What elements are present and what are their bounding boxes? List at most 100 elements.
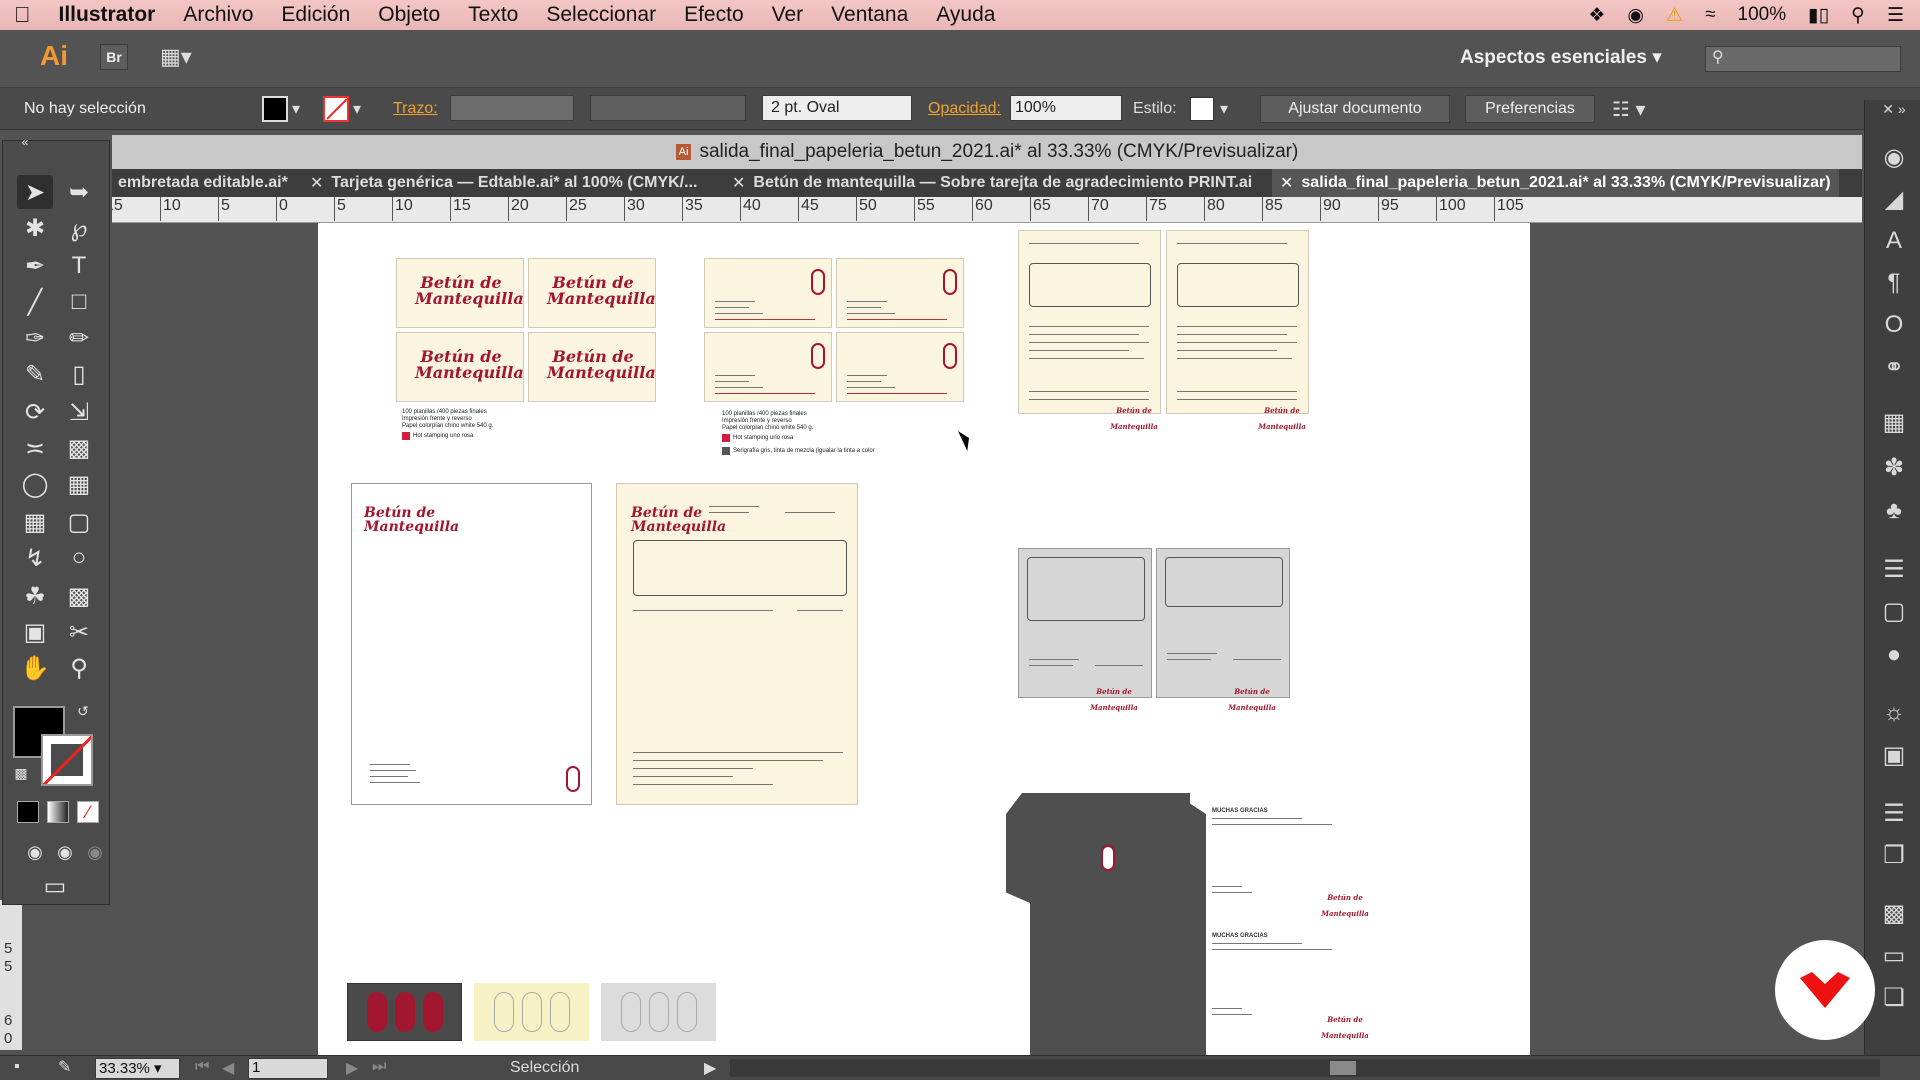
adjust-document-button[interactable]: Ajustar documento xyxy=(1260,95,1450,123)
collapse-panel-icon[interactable]: « xyxy=(7,135,43,149)
business-card-front[interactable]: Betún de Mantequilla xyxy=(528,258,656,328)
stroke-dropdown-icon[interactable]: ▾ xyxy=(353,99,361,119)
hand-tool-icon[interactable]: ✋ xyxy=(17,651,53,685)
lasso-tool-icon[interactable]: ℘ xyxy=(61,211,97,245)
spotlight-search-icon[interactable]: ⚲ xyxy=(1851,4,1865,27)
help-search-input[interactable]: ⚲ xyxy=(1705,46,1901,72)
align-options-icon[interactable]: ☷ ▾ xyxy=(1612,95,1646,123)
color-panel-icon[interactable]: ◉ xyxy=(1877,140,1911,174)
arrange-documents-icon[interactable]: ▦▾ xyxy=(160,44,192,70)
brush-definition[interactable]: 2 pt. Oval xyxy=(762,95,912,121)
symbol-sprayer-tool-icon[interactable]: ☘ xyxy=(17,579,53,613)
tab-betun-sobre[interactable]: ✕ Betún de mantequilla — Sobre tarejta de… xyxy=(724,169,1260,197)
stroke-panel-icon[interactable]: ☰ xyxy=(1877,552,1911,586)
free-transform-tool-icon[interactable]: ▩ xyxy=(61,431,97,465)
rotate-tool-icon[interactable]: ⟳ xyxy=(17,395,53,429)
transparency-panel-icon[interactable]: ● xyxy=(1877,638,1911,672)
menu-app-name[interactable]: Illustrator xyxy=(45,3,170,27)
column-graph-tool-icon[interactable]: ▩ xyxy=(61,579,97,613)
zoom-field[interactable]: 33.33% ▾ xyxy=(95,1058,180,1079)
order-form-1[interactable]: Betún de Mantequilla xyxy=(1018,230,1161,431)
record-icon[interactable]: ◉ xyxy=(1627,4,1644,27)
status-menu-icon[interactable]: ▶ xyxy=(704,1058,716,1078)
line-tool-icon[interactable]: ╱ xyxy=(17,285,53,319)
prev-artboard-icon[interactable]: ◀ xyxy=(222,1058,234,1078)
current-tool-label[interactable]: Selección xyxy=(510,1059,579,1077)
paintbrush-tool-icon[interactable]: ✑ xyxy=(17,321,53,355)
character-panel-icon[interactable]: A xyxy=(1877,224,1911,258)
selection-tool-icon[interactable]: ➤ xyxy=(17,175,53,209)
invoice-cream[interactable]: Betún de Mantequilla xyxy=(616,483,858,805)
menu-seleccionar[interactable]: Seleccionar xyxy=(532,3,670,27)
sticker-sheet-red[interactable] xyxy=(347,983,462,1041)
paragraph-panel-icon[interactable]: ¶ xyxy=(1877,266,1911,300)
scale-tool-icon[interactable]: ⇲ xyxy=(61,395,97,429)
rectangle-tool-icon[interactable]: □ xyxy=(61,285,97,319)
menu-ver[interactable]: Ver xyxy=(758,3,818,27)
first-artboard-icon[interactable]: ⏮ xyxy=(195,1058,209,1076)
sticker-sheet-grey[interactable] xyxy=(601,983,716,1041)
zoom-tool-icon[interactable]: ⚲ xyxy=(61,651,97,685)
magic-wand-tool-icon[interactable]: ✱ xyxy=(17,211,53,245)
transform-panel-icon[interactable]: ▩ xyxy=(1877,896,1911,930)
slice-tool-icon[interactable]: ✂ xyxy=(61,615,97,649)
wifi-icon[interactable]: ≈ xyxy=(1705,4,1715,26)
menu-archivo[interactable]: Archivo xyxy=(169,3,267,27)
stroke-swatch[interactable]: ▾ xyxy=(323,95,361,123)
stroke-color-swatch[interactable] xyxy=(41,734,93,786)
next-artboard-icon[interactable]: ▶ xyxy=(346,1058,358,1078)
direct-selection-tool-icon[interactable]: ➥ xyxy=(61,175,97,209)
scrollbar-thumb[interactable] xyxy=(1330,1061,1356,1075)
pen-tool-icon[interactable]: ✒ xyxy=(17,249,53,283)
pathfinder-panel-icon[interactable]: ❏ xyxy=(1877,980,1911,1014)
color-mode-icon[interactable] xyxy=(17,801,39,823)
workspace-switcher[interactable]: Aspectos esenciales ▾ xyxy=(1460,46,1662,69)
layers-panel-icon[interactable]: ☰ xyxy=(1877,796,1911,830)
order-form-grey-2[interactable]: Betún de Mantequilla xyxy=(1156,548,1290,712)
draw-inside-icon[interactable]: ◉ xyxy=(77,835,113,869)
fill-dropdown-icon[interactable]: ▾ xyxy=(292,99,300,119)
menu-texto[interactable]: Texto xyxy=(454,3,532,27)
color-guide-icon[interactable]: ◢ xyxy=(1877,182,1911,216)
shape-builder-tool-icon[interactable]: ◯ xyxy=(17,467,53,501)
swap-colors-icon[interactable]: ↺ xyxy=(73,701,93,721)
menu-edicion[interactable]: Edición xyxy=(267,3,364,27)
letterhead-white[interactable]: Betún de Mantequilla xyxy=(351,483,592,805)
sticker-sheet-cream[interactable] xyxy=(474,983,589,1041)
artboard-tool-icon[interactable]: ▣ xyxy=(17,615,53,649)
width-tool-icon[interactable]: ≍ xyxy=(17,431,53,465)
brushes-panel-icon[interactable]: ✽ xyxy=(1877,450,1911,484)
close-icon[interactable]: ✕ xyxy=(732,173,745,193)
swatches-panel-icon[interactable]: ▦ xyxy=(1877,405,1911,439)
close-icon[interactable]: ✕ xyxy=(1280,173,1293,193)
business-card-back[interactable] xyxy=(836,332,964,402)
type-tool-icon[interactable]: T xyxy=(61,249,97,283)
style-swatch[interactable]: ▾ xyxy=(1190,95,1228,123)
thank-you-card[interactable]: MUCHAS GRACIAS Betún de Mantequilla MUCH… xyxy=(1210,808,1400,1048)
opentype-panel-icon[interactable]: O xyxy=(1877,308,1911,342)
order-form-grey-1[interactable]: Betún de Mantequilla xyxy=(1018,548,1152,712)
business-card-back[interactable] xyxy=(704,258,832,328)
pencil-tool-icon[interactable]: ✏ xyxy=(61,321,97,355)
glyphs-panel-icon[interactable]: ⚭ xyxy=(1877,350,1911,384)
graphic-styles-icon[interactable]: ▣ xyxy=(1877,738,1911,772)
business-card-back[interactable] xyxy=(704,332,832,402)
menu-ayuda[interactable]: Ayuda xyxy=(922,3,1009,27)
horizontal-scrollbar[interactable] xyxy=(730,1059,1880,1077)
order-form-2[interactable]: Betún de Mantequilla xyxy=(1166,230,1309,431)
close-icon[interactable]: ✕ xyxy=(310,173,323,193)
variable-width-profile[interactable] xyxy=(590,95,746,121)
none-mode-icon[interactable]: ∕ xyxy=(77,801,99,823)
blend-tool-icon[interactable]: ○ xyxy=(61,541,97,575)
notification-center-icon[interactable]: ☰ xyxy=(1887,4,1904,27)
business-card-front[interactable]: Betún de Mantequilla xyxy=(396,258,524,328)
last-artboard-icon[interactable]: ⏭ xyxy=(372,1058,386,1076)
gpu-icon[interactable]: ▪ xyxy=(14,1058,20,1076)
bridge-button[interactable]: Br xyxy=(100,44,128,70)
artboards-panel-icon[interactable]: ❐ xyxy=(1877,838,1911,872)
align-panel-icon[interactable]: ▭ xyxy=(1877,938,1911,972)
gradient-mode-icon[interactable] xyxy=(47,801,69,823)
dropbox-icon[interactable]: ❖ xyxy=(1588,4,1605,27)
apple-icon[interactable]:  xyxy=(0,2,45,28)
gradient-panel-icon[interactable]: ▢ xyxy=(1877,594,1911,628)
